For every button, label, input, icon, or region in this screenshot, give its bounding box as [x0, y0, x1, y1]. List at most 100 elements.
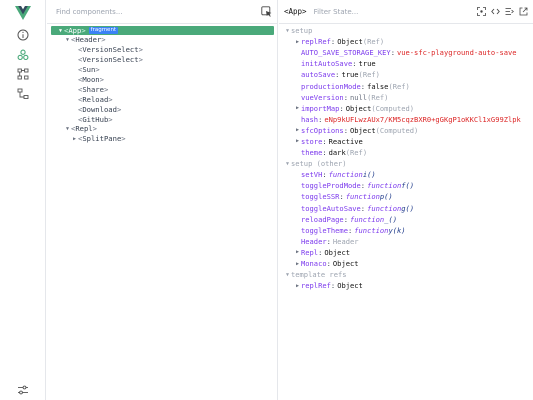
state-value: false: [367, 81, 389, 91]
state-tree: ▼ setup ▶ replRef: Object (Ref) AUTO_SAVE_STOR…: [279, 24, 533, 291]
tree-node-header[interactable]: ▼ < Header >: [47, 35, 277, 45]
expand-arrow-icon[interactable]: ▶: [294, 283, 301, 289]
expand-arrow-icon[interactable]: ▶: [294, 249, 301, 255]
tag-bracket-close: >: [116, 104, 122, 114]
state-row: vueVersion: null (Ref): [279, 92, 533, 103]
function-signature: y(k): [388, 225, 406, 235]
state-filter-input[interactable]: [313, 7, 434, 16]
tree-node-share[interactable]: < Share >: [47, 84, 277, 94]
collapse-arrow-icon[interactable]: ▼: [284, 161, 291, 167]
key-value-separator: :: [318, 247, 323, 257]
state-key: autoSave: [301, 70, 336, 80]
expand-arrow-icon[interactable]: ▶: [294, 261, 301, 267]
inspect-dom-icon[interactable]: [505, 7, 514, 16]
key-value-separator: :: [330, 37, 336, 47]
expand-arrow-icon[interactable]: ▶: [294, 105, 301, 111]
collapse-arrow-icon[interactable]: ▼: [284, 272, 291, 278]
tree-node-label: SplitPane: [82, 134, 122, 144]
tree-node-sun[interactable]: < Sun >: [47, 65, 277, 75]
tree-node-github[interactable]: < GitHub >: [47, 114, 277, 124]
components-icon[interactable]: [15, 47, 31, 63]
open-in-editor-icon[interactable]: [491, 7, 500, 16]
state-row[interactable]: ▶ Monaco: Object: [279, 258, 533, 269]
state-row: setVH: function i(): [279, 169, 533, 180]
tree-node-reload[interactable]: < Reload >: [47, 94, 277, 104]
expand-arrow-icon[interactable]: ▶: [294, 138, 301, 144]
select-component-in-page-icon[interactable]: [261, 6, 272, 17]
state-row: toggleAutoSave: function g(): [279, 203, 533, 214]
expand-arrow-icon[interactable]: ▶: [71, 136, 78, 142]
section-title: template refs: [291, 270, 347, 280]
function-signature: f(): [401, 181, 415, 191]
collapse-arrow-icon[interactable]: ▼: [284, 28, 291, 34]
state-key: theme: [301, 148, 323, 158]
state-key: replRef: [301, 37, 331, 47]
tree-node-label: Reload: [82, 94, 109, 104]
tag-bracket-close: >: [121, 134, 126, 144]
state-key: toggleProdMode: [301, 181, 361, 191]
component-search-input[interactable]: [56, 7, 246, 16]
tree-node-label: App: [68, 26, 82, 35]
key-value-separator: :: [343, 92, 348, 102]
state-row: theme: dark (Ref): [279, 147, 533, 158]
tree-node-moon[interactable]: < Moon >: [47, 75, 277, 85]
state-row[interactable]: ▶ importMap: Object (Computed): [279, 103, 533, 114]
function-signature: _(): [384, 214, 397, 224]
state-key: toggleSSR: [301, 192, 340, 202]
state-key: toggleAutoSave: [301, 203, 361, 213]
tree-node-splitpane[interactable]: ▶ < SplitPane >: [47, 134, 277, 144]
section-header[interactable]: ▼ setup: [279, 25, 533, 36]
tree-node-label: Share: [82, 84, 104, 94]
expand-arrow-icon[interactable]: ▶: [294, 39, 301, 45]
tree-node-versionselect[interactable]: < VersionSelect >: [47, 55, 277, 65]
tag-bracket-close: >: [81, 26, 86, 35]
state-row[interactable]: ▶ replRef: Object (Ref): [279, 36, 533, 47]
state-value: Reactive: [328, 136, 363, 146]
state-value: vue-sfc-playground-auto-save: [396, 48, 517, 58]
expand-arrow-icon[interactable]: ▼: [64, 126, 71, 132]
timeline-icon[interactable]: [15, 86, 31, 102]
section-header[interactable]: ▼ setup (other): [279, 158, 533, 169]
state-row[interactable]: ▶ Repl: Object: [279, 247, 533, 258]
state-row: autoSave: true (Ref): [279, 69, 533, 80]
state-key: productionMode: [301, 81, 361, 91]
settings-icon[interactable]: [15, 382, 31, 398]
tree-node-versionselect[interactable]: < VersionSelect >: [47, 45, 277, 55]
value-type-suffix: (Ref): [362, 37, 385, 47]
function-keyword: function: [328, 170, 363, 180]
tag-bracket-close: >: [108, 114, 113, 124]
tree-node-download[interactable]: < Download >: [47, 104, 277, 114]
state-key: Repl: [301, 247, 319, 257]
state-key: replRef: [301, 281, 331, 291]
state-key: Monaco: [301, 259, 327, 269]
state-row: toggleTheme: function y(k): [279, 225, 533, 236]
expand-arrow-icon[interactable]: ▼: [57, 28, 64, 34]
state-value: Object: [332, 259, 359, 269]
tag-bracket-close: >: [138, 45, 143, 55]
key-value-separator: :: [339, 192, 344, 202]
key-value-separator: :: [322, 136, 327, 146]
expand-arrow-icon[interactable]: ▶: [294, 127, 301, 133]
tag-bracket-close: >: [101, 35, 106, 45]
state-row: productionMode: false (Ref): [279, 80, 533, 91]
expand-arrow-icon[interactable]: ▼: [64, 37, 71, 43]
state-row[interactable]: ▶ replRef: Object: [279, 280, 533, 291]
component-tree-icon[interactable]: [15, 66, 31, 82]
key-value-separator: :: [339, 103, 344, 113]
tree-node-repl[interactable]: ▼ < Repl >: [47, 124, 277, 134]
function-keyword: function: [354, 225, 389, 235]
tag-bracket-close: >: [95, 65, 100, 75]
state-value: true: [358, 59, 376, 69]
state-row[interactable]: ▶ store: Reactive: [279, 136, 533, 147]
state-value: Object: [345, 103, 372, 113]
state-row[interactable]: ▶ sfcOptions: Object (Computed): [279, 125, 533, 136]
open-external-icon[interactable]: [519, 7, 528, 16]
state-key: reloadPage: [301, 214, 344, 224]
scroll-to-component-icon[interactable]: [477, 7, 486, 16]
section-header[interactable]: ▼ template refs: [279, 269, 533, 280]
tree-node-app[interactable]: ▼ < App > fragment: [51, 26, 274, 35]
section-title: setup: [291, 26, 313, 36]
key-value-separator: :: [322, 148, 327, 158]
state-row: AUTO_SAVE_STORAGE_KEY: vue-sfc-playground…: [279, 47, 533, 58]
info-icon[interactable]: [15, 27, 31, 43]
